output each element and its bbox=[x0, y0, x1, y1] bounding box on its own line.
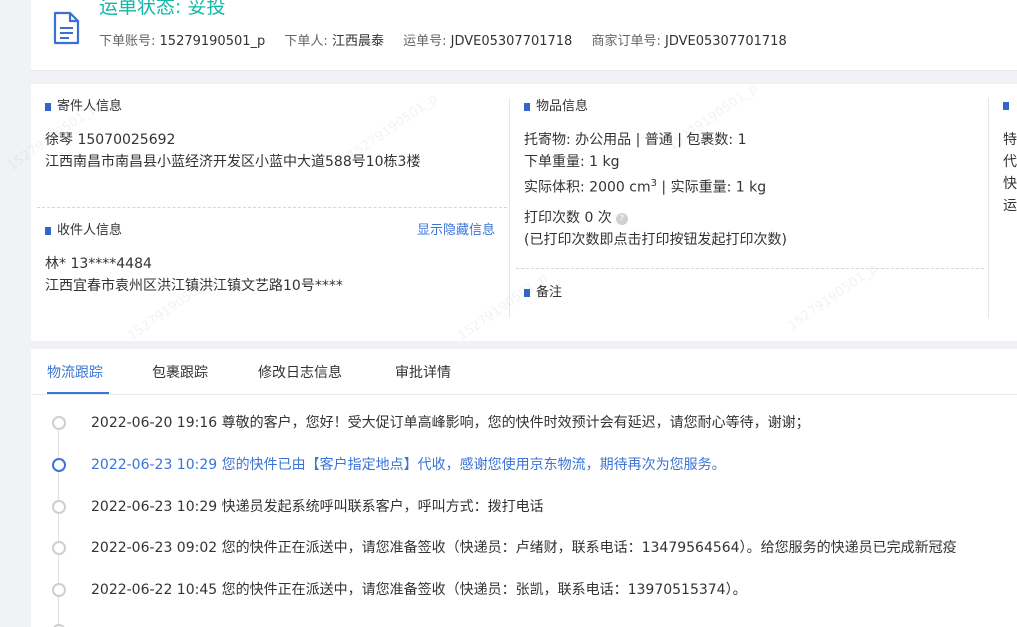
order-status: 运单状态: 妥投 bbox=[99, 0, 226, 18]
receiver-name-phone: 林* 13****4484 bbox=[45, 256, 152, 272]
info-panel: 寄件人信息 徐琴 15070025692 江西南昌市南昌县小蓝经济开发区小蓝中大… bbox=[31, 84, 1017, 341]
divider bbox=[37, 207, 507, 208]
timeline-event-text: 2022-06-20 19:16 尊敬的客户，您好！受大促订单高峰影响，您的快件… bbox=[91, 415, 810, 431]
goods-line-3: 实际体积: 2000 cm3 | 实际重量: 1 kg bbox=[524, 174, 766, 198]
print-note: (已打印次数即点击打印按钮发起打印次数) bbox=[524, 232, 787, 248]
section-marker bbox=[1003, 102, 1009, 110]
meta-value: JDVE05307701718 bbox=[450, 34, 573, 49]
tracking-panel: 物流跟踪 包裹跟踪 修改日志信息 审批详情 2022-06-20 19:16 尊… bbox=[31, 349, 1017, 627]
timeline-dot-icon bbox=[52, 583, 66, 597]
receiver-title: 收件人信息 bbox=[45, 223, 122, 239]
timeline-dot-icon bbox=[52, 458, 66, 472]
timeline-event: 2022-06-23 10:29 快递员发起系统呼叫联系客户，呼叫方式：拨打电话 bbox=[31, 497, 1017, 517]
meta-value: 江西晨泰 bbox=[331, 34, 384, 49]
timeline-event: 2022-06-22 10:45 您的快件正在派送中，请您准备签收（快递员：张凯… bbox=[31, 580, 1017, 600]
right-col-char: 快 bbox=[1003, 176, 1017, 192]
tab-package-tracking[interactable]: 包裹跟踪 bbox=[152, 363, 208, 383]
print-count-text: 打印次数 0 次 bbox=[524, 210, 612, 226]
volume-text: 实际体积: 2000 cm bbox=[524, 179, 651, 196]
meta-label: 商家订单号: bbox=[591, 34, 661, 49]
receiver-address: 江西宜春市袁州区洪江镇洪江镇文艺路10号**** bbox=[45, 278, 343, 294]
right-col-char: 代 bbox=[1003, 154, 1017, 170]
weight-text: | 实际重量: 1 kg bbox=[656, 179, 767, 196]
timeline-event: 2022-06-23 10:29 您的快件已由【客户指定地点】代收，感谢您使用京… bbox=[31, 455, 1017, 475]
meta-orderer: 下单人: 江西晨泰 bbox=[284, 34, 384, 49]
meta-label: 下单账号: bbox=[99, 34, 156, 49]
timeline-event-text: 2022-06-22 10:45 您的快件正在派送中，请您准备签收（快递员：张凯… bbox=[91, 582, 747, 598]
tab-bar: 物流跟踪 包裹跟踪 修改日志信息 审批详情 bbox=[31, 349, 1017, 395]
timeline-event bbox=[31, 621, 1017, 627]
meta-value: 15279190501_p bbox=[159, 34, 266, 49]
right-col-char: 运 bbox=[1003, 198, 1017, 214]
sender-address: 江西南昌市南昌县小蓝经济开发区小蓝中大道588号10栋3楼 bbox=[45, 154, 421, 170]
goods-line-1: 托寄物: 办公用品 | 普通 | 包裹数: 1 bbox=[524, 132, 747, 148]
meta-label: 下单人: bbox=[284, 34, 328, 49]
meta-merchant-order: 商家订单号: JDVE05307701718 bbox=[591, 34, 786, 49]
tab-change-log[interactable]: 修改日志信息 bbox=[258, 363, 342, 383]
meta-account: 下单账号: 15279190501_p bbox=[99, 34, 265, 49]
meta-value: JDVE05307701718 bbox=[665, 34, 787, 49]
timeline-dot-icon bbox=[52, 500, 66, 514]
meta-label: 运单号: bbox=[403, 34, 447, 49]
timeline-event: 2022-06-20 19:16 尊敬的客户，您好！受大促订单高峰影响，您的快件… bbox=[31, 413, 1017, 433]
timeline-event-text: 2022-06-23 09:02 您的快件正在派送中，请您准备签收（快递员：卢绪… bbox=[91, 540, 957, 556]
sender-name-phone: 徐琴 15070025692 bbox=[45, 132, 176, 148]
order-meta: 下单账号: 15279190501_p 下单人: 江西晨泰 运单号: JDVE0… bbox=[99, 34, 802, 50]
column-divider bbox=[988, 98, 989, 318]
timeline-event: 2022-06-23 09:02 您的快件正在派送中，请您准备签收（快递员：卢绪… bbox=[31, 538, 1017, 558]
timeline-dot-icon bbox=[52, 541, 66, 555]
document-icon bbox=[53, 11, 80, 45]
print-count: 打印次数 0 次? bbox=[524, 208, 628, 228]
sender-title: 寄件人信息 bbox=[45, 99, 122, 115]
goods-line-2: 下单重量: 1 kg bbox=[524, 154, 620, 170]
question-icon[interactable]: ? bbox=[615, 213, 628, 225]
show-hidden-info-link[interactable]: 显示隐藏信息 bbox=[417, 223, 495, 239]
timeline-event-text: 2022-06-23 10:29 快递员发起系统呼叫联系客户，呼叫方式：拨打电话 bbox=[91, 499, 544, 515]
tab-approval-details[interactable]: 审批详情 bbox=[395, 363, 451, 383]
meta-waybill: 运单号: JDVE05307701718 bbox=[403, 34, 572, 49]
goods-title: 物品信息 bbox=[524, 99, 588, 115]
divider bbox=[516, 268, 984, 269]
timeline-event-text: 2022-06-23 10:29 您的快件已由【客户指定地点】代收，感谢您使用京… bbox=[91, 457, 726, 473]
order-header: 运单状态: 妥投 下单账号: 15279190501_p 下单人: 江西晨泰 运… bbox=[31, 0, 1017, 71]
timeline-dot-icon bbox=[52, 416, 66, 430]
remark-title: 备注 bbox=[524, 285, 562, 301]
active-tab-indicator bbox=[47, 392, 109, 394]
column-divider bbox=[509, 98, 510, 318]
tab-logistics-tracking[interactable]: 物流跟踪 bbox=[47, 363, 103, 383]
right-col-char: 特 bbox=[1003, 132, 1017, 148]
